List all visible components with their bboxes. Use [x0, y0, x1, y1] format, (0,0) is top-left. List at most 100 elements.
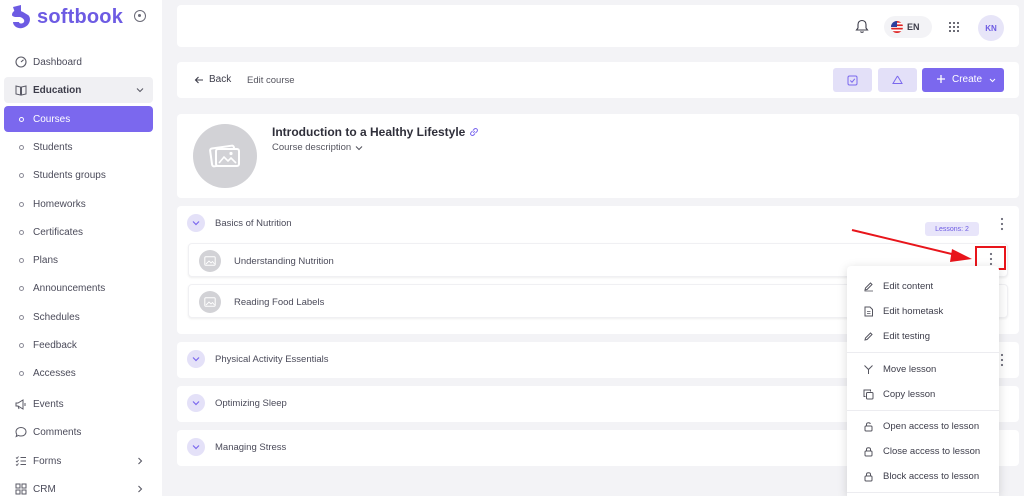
menu-item-block-access[interactable]: Block access to lesson: [847, 464, 999, 489]
sidebar-item-label: Students groups: [33, 169, 106, 181]
module-collapse-toggle[interactable]: [187, 350, 205, 368]
menu-item-label: Copy lesson: [883, 389, 936, 400]
copy-icon: [863, 389, 874, 400]
bell-icon[interactable]: [855, 19, 869, 34]
sidebar-item-dashboard[interactable]: Dashboard: [4, 49, 153, 75]
more-vertical-icon[interactable]: [1000, 217, 1004, 231]
bullet-icon: [19, 285, 24, 291]
sidebar-item-homeworks[interactable]: Homeworks: [4, 191, 153, 217]
course-description-toggle[interactable]: Course description: [272, 142, 363, 153]
brand-logo[interactable]: softbook: [10, 4, 123, 30]
menu-item-label: Edit hometask: [883, 306, 944, 317]
pencil-icon: [864, 332, 873, 341]
sidebar-item-events[interactable]: Events: [4, 391, 153, 417]
sidebar-item-label: Plans: [33, 254, 59, 266]
page-toolbar: Back Edit course Create: [177, 62, 1019, 98]
grid-icon: [15, 483, 27, 495]
checklist-icon: [15, 456, 26, 467]
chevron-down-icon: [192, 357, 200, 362]
sidebar-item-label: Schedules: [33, 311, 80, 323]
menu-item-edit-testing[interactable]: Edit testing: [847, 324, 999, 349]
breadcrumb: Edit course: [247, 75, 295, 86]
lesson-title: Understanding Nutrition: [234, 256, 334, 267]
more-vertical-icon[interactable]: [1000, 353, 1004, 367]
sidebar-item-forms[interactable]: Forms: [4, 448, 153, 474]
menu-item-label: Move lesson: [883, 364, 937, 375]
lock-icon: [864, 447, 873, 457]
image-placeholder-icon: [209, 144, 240, 168]
sidebar-item-certificates[interactable]: Certificates: [4, 219, 153, 245]
chevron-right-icon: [138, 485, 143, 493]
sidebar-item-accesses[interactable]: Accesses: [4, 360, 153, 386]
sidebar-collapse-icon[interactable]: [134, 10, 146, 22]
menu-item-label: Edit content: [883, 281, 934, 292]
recycle-icon: [892, 75, 903, 84]
bullet-icon: [19, 370, 24, 376]
chevron-down-icon: [192, 221, 200, 226]
sidebar-item-label: Events: [33, 398, 64, 410]
bullet-icon: [19, 144, 24, 150]
sidebar-item-feedback[interactable]: Feedback: [4, 332, 153, 358]
create-button[interactable]: Create: [922, 68, 1004, 92]
module-title: Optimizing Sleep: [215, 398, 287, 409]
dashboard-icon: [15, 56, 27, 68]
sidebar-item-students-groups[interactable]: Students groups: [4, 162, 153, 188]
menu-item-copy-lesson[interactable]: Copy lesson: [847, 382, 999, 407]
module-collapse-toggle[interactable]: [187, 394, 205, 412]
bullet-icon: [19, 229, 24, 235]
menu-divider: [847, 410, 999, 411]
lock-icon: [864, 472, 873, 482]
lesson-title: Reading Food Labels: [234, 297, 325, 308]
sidebar-item-schedules[interactable]: Schedules: [4, 304, 153, 330]
sidebar-item-label: Homeworks: [33, 198, 86, 210]
sidebar-item-students[interactable]: Students: [4, 134, 153, 160]
module-collapse-toggle[interactable]: [187, 214, 205, 232]
sidebar-item-education[interactable]: Education: [4, 77, 153, 103]
annotation-arrow: [851, 229, 972, 262]
megaphone-icon: [15, 399, 26, 410]
sidebar-item-label: Feedback: [33, 339, 77, 351]
sidebar-item-announcements[interactable]: Announcements: [4, 275, 153, 301]
language-selector[interactable]: EN: [884, 16, 932, 38]
chevron-down-icon: [192, 401, 200, 406]
menu-item-label: Open access to lesson: [883, 421, 980, 432]
language-code: EN: [907, 22, 920, 32]
menu-item-open-access[interactable]: Open access to lesson: [847, 414, 999, 439]
sidebar-item-label: Education: [33, 84, 82, 96]
sidebar: softbook Dashboard Education Courses Stu…: [0, 0, 162, 496]
sidebar-item-plans[interactable]: Plans: [4, 247, 153, 273]
sidebar-item-label: Certificates: [33, 226, 84, 238]
menu-item-edit-content[interactable]: Edit content: [847, 274, 999, 299]
bullet-icon: [19, 172, 24, 178]
chevron-down-icon: [192, 445, 200, 450]
unlock-icon: [864, 422, 873, 432]
menu-item-edit-hometask[interactable]: Edit hometask: [847, 299, 999, 324]
module-collapse-toggle[interactable]: [187, 438, 205, 456]
back-button[interactable]: Back: [194, 74, 231, 85]
back-label: Back: [209, 74, 232, 85]
course-title-text: Introduction to a Healthy Lifestyle: [272, 125, 466, 139]
menu-item-move-lesson[interactable]: Move lesson: [847, 357, 999, 382]
sidebar-item-label: CRM: [33, 483, 56, 495]
sidebar-item-label: Dashboard: [33, 56, 82, 68]
sidebar-item-comments[interactable]: Comments: [4, 419, 153, 445]
module-title: Basics of Nutrition: [215, 218, 292, 229]
sidebar-item-crm[interactable]: CRM: [4, 476, 153, 496]
link-icon[interactable]: [469, 127, 479, 137]
arrow-left-icon: [194, 76, 203, 83]
bullet-icon: [19, 201, 24, 207]
sidebar-item-label: Comments: [33, 426, 82, 438]
sidebar-item-label: Accesses: [33, 367, 76, 379]
menu-item-close-access[interactable]: Close access to lesson: [847, 439, 999, 464]
brand-name: softbook: [37, 5, 124, 28]
sidebar-item-courses[interactable]: Courses: [4, 106, 153, 132]
recycle-button[interactable]: [878, 68, 917, 92]
bullet-icon: [19, 342, 24, 348]
sidebar-item-label: Announcements: [33, 282, 106, 294]
menu-item-label: Close access to lesson: [883, 446, 981, 457]
user-avatar[interactable]: KN: [978, 15, 1004, 41]
course-title: Introduction to a Healthy Lifestyle: [272, 125, 479, 139]
course-cover[interactable]: [193, 124, 257, 188]
publish-button[interactable]: [833, 68, 872, 92]
apps-grid-icon[interactable]: [948, 21, 960, 33]
